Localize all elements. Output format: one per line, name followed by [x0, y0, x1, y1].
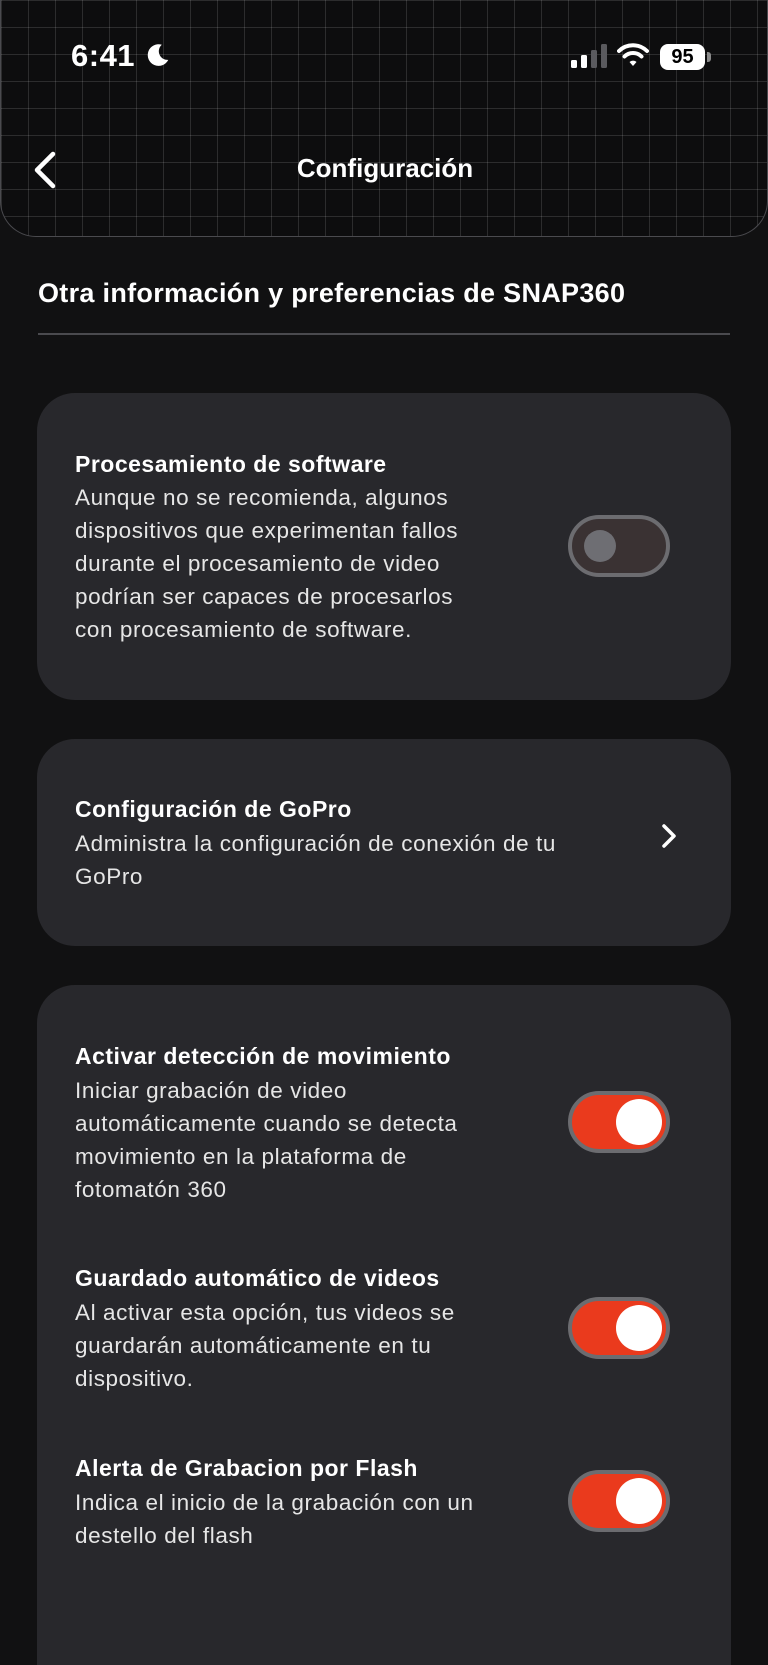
toggle-knob — [616, 1099, 662, 1145]
page-title: Configuración — [296, 153, 474, 183]
toggle-knob — [584, 530, 616, 562]
flash-alert-description: Indica el inicio de la grabación con un … — [75, 1490, 474, 1548]
software-processing-description: Aunque no se recomienda, algunos disposi… — [75, 485, 459, 642]
header: 6:41 95 Configuración — [0, 0, 768, 237]
battery-indicator: 95 — [660, 44, 705, 70]
status-time: 6:41 — [71, 38, 136, 73]
chevron-right-icon — [662, 824, 676, 848]
signal-icon — [571, 44, 607, 68]
gopro-settings-description: Administra la configuración de conexión … — [75, 831, 557, 889]
autosave-description: Al activar esta opción, tus videos se gu… — [75, 1300, 455, 1391]
flash-alert-toggle[interactable] — [568, 1470, 670, 1532]
section-title: Otra información y preferencias de SNAP3… — [38, 278, 626, 308]
motion-detection-title: Activar detección de movimiento — [75, 1043, 451, 1069]
software-processing-title: Procesamiento de software — [75, 451, 387, 477]
toggle-knob — [616, 1478, 662, 1524]
software-processing-toggle[interactable] — [568, 515, 670, 577]
motion-detection-description: Iniciar grabación de video automáticamen… — [75, 1078, 458, 1202]
moon-icon — [147, 44, 169, 66]
gopro-settings-card[interactable]: Configuración de GoPro Administra la con… — [37, 739, 731, 946]
recording-options-card: Activar detección de movimiento Iniciar … — [37, 985, 731, 1665]
autosave-toggle[interactable] — [568, 1297, 670, 1359]
wifi-icon — [617, 43, 649, 66]
gopro-settings-title: Configuración de GoPro — [75, 796, 352, 822]
autosave-title: Guardado automático de videos — [75, 1265, 440, 1291]
battery-tip — [707, 52, 711, 62]
section-divider — [38, 333, 730, 335]
toggle-knob — [616, 1305, 662, 1351]
flash-alert-title: Alerta de Grabacion por Flash — [75, 1455, 418, 1481]
motion-detection-toggle[interactable] — [568, 1091, 670, 1153]
software-processing-card: Procesamiento de software Aunque no se r… — [37, 393, 731, 700]
settings-screen: 6:41 95 Configuración Otra información y… — [0, 0, 768, 1665]
